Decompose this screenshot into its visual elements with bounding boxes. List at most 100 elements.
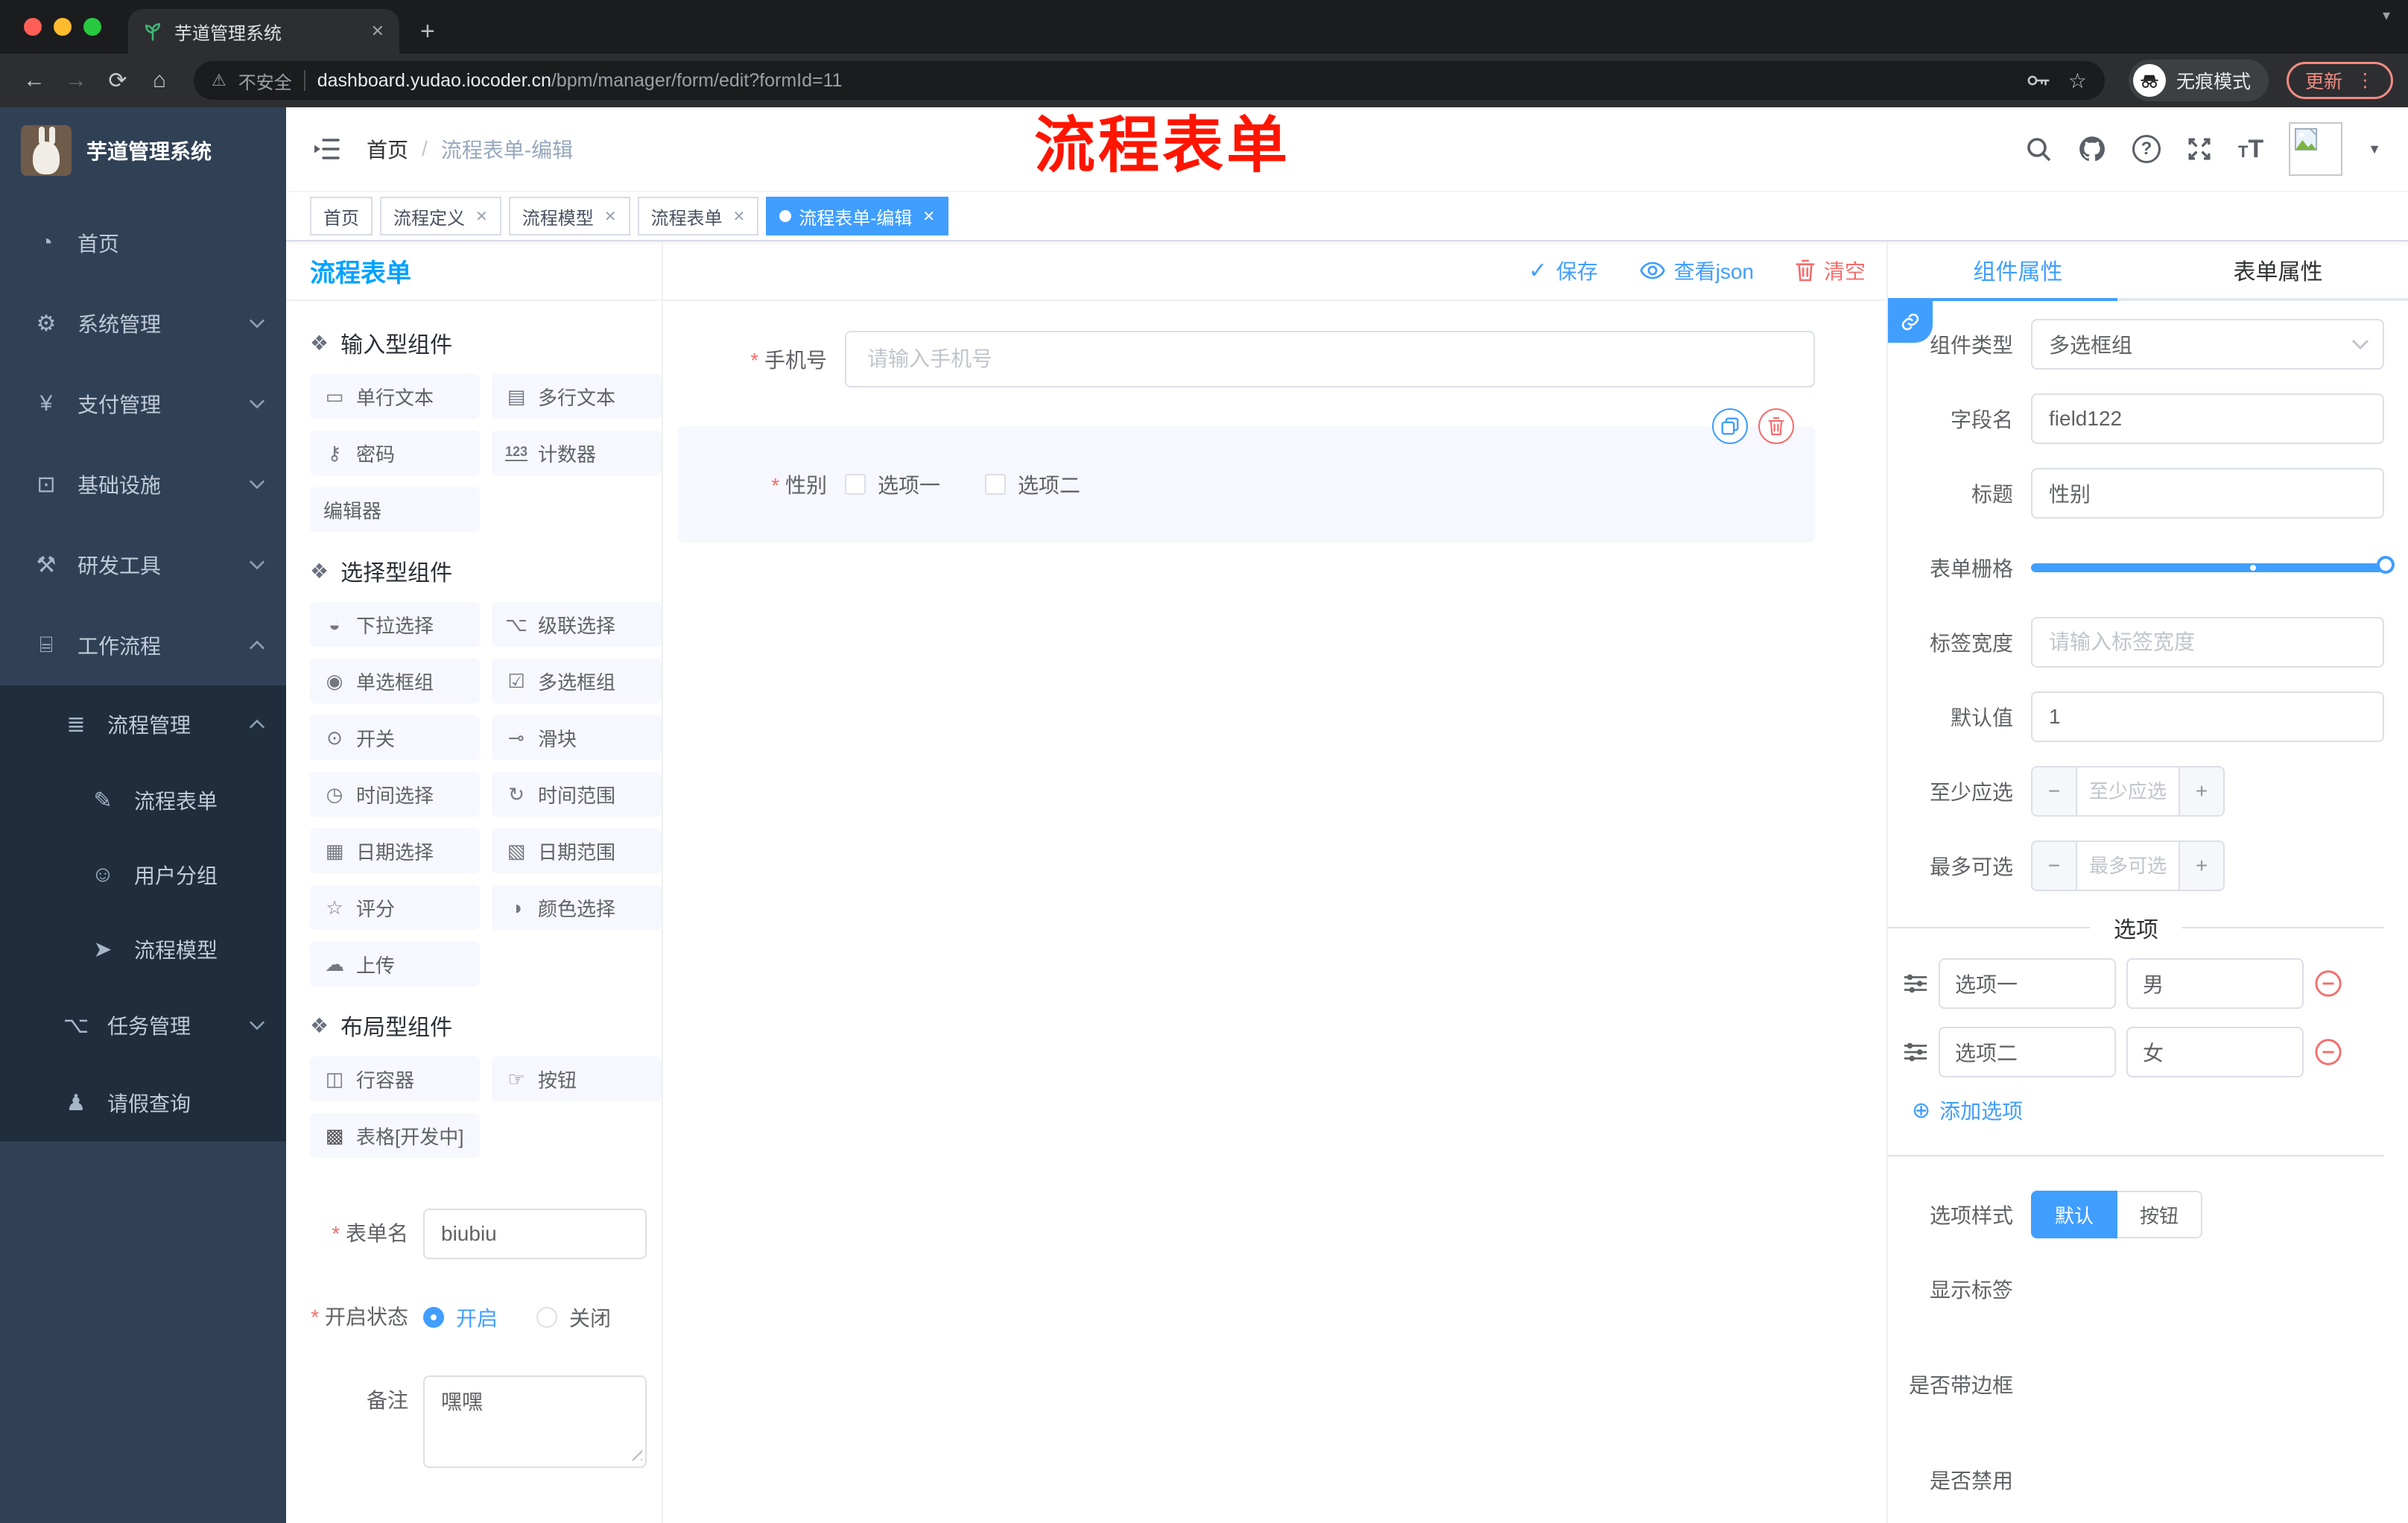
view-json-button[interactable]: 查看json <box>1639 256 1754 285</box>
tag-close-icon[interactable]: ✕ <box>604 207 617 226</box>
close-window-button[interactable] <box>24 18 42 36</box>
breadcrumb-home[interactable]: 首页 <box>367 134 408 164</box>
new-tab-button[interactable]: + <box>420 17 435 54</box>
font-size-icon[interactable]: TT <box>2238 135 2263 164</box>
label-width-input[interactable] <box>2031 617 2384 668</box>
drag-handle-icon[interactable] <box>1903 1042 1928 1063</box>
tag-流程表单[interactable]: 流程表单 ✕ <box>637 197 759 235</box>
palette-item-单行文本[interactable]: ▭ 单行文本 <box>310 374 480 419</box>
search-icon[interactable] <box>2025 136 2052 162</box>
sidebar-item-首页[interactable]: ◔ 首页 <box>0 203 286 283</box>
delete-component-button[interactable] <box>1758 408 1794 444</box>
tab-form-props[interactable]: 表单属性 <box>2148 241 2408 298</box>
tag-close-icon[interactable]: ✕ <box>733 207 746 226</box>
palette-item-行容器[interactable]: ◫ 行容器 <box>310 1057 480 1101</box>
clear-button[interactable]: 清空 <box>1796 256 1866 285</box>
status-radio-off[interactable]: 关闭 <box>536 1302 611 1332</box>
gender-option-选项一[interactable]: 选项一 <box>845 469 940 499</box>
palette-item-单选框组[interactable]: ◉ 单选框组 <box>310 659 480 703</box>
sidebar-logo[interactable]: 芋道管理系统 <box>0 107 286 194</box>
palette-item-日期选择[interactable]: ▦ 日期选择 <box>310 829 480 873</box>
chrome-update-button[interactable]: 更新 ⋮ <box>2286 62 2393 99</box>
tab-search-caret-icon[interactable]: ▾ <box>2383 6 2390 25</box>
sidebar-item-用户分组[interactable]: ☺ 用户分组 <box>0 838 286 912</box>
form-remark-textarea[interactable]: 嘿嘿 <box>423 1375 647 1468</box>
palette-item-评分[interactable]: ☆ 评分 <box>310 885 480 930</box>
external-link-tag[interactable] <box>1888 301 1933 343</box>
bookmark-star-icon[interactable]: ☆ <box>2068 69 2087 93</box>
sidebar-item-流程管理[interactable]: ≣ 流程管理 <box>0 685 286 763</box>
option-text-input[interactable] <box>1939 958 2116 1009</box>
remove-option-icon[interactable] <box>2314 1038 2342 1066</box>
stepper-increase-button[interactable]: + <box>2179 767 2223 815</box>
sidebar-item-工作流程[interactable]: ⌸ 工作流程 <box>0 605 286 685</box>
avatar-caret-icon[interactable]: ▼ <box>2368 142 2381 157</box>
palette-item-时间选择[interactable]: ◷ 时间选择 <box>310 772 480 817</box>
title-input[interactable] <box>2031 468 2384 519</box>
sidebar-item-支付管理[interactable]: ¥ 支付管理 <box>0 364 286 444</box>
sidebar-item-任务管理[interactable]: ⌥ 任务管理 <box>0 987 286 1064</box>
sidebar-item-请假查询[interactable]: ♟ 请假查询 <box>0 1064 286 1142</box>
zoom-window-button[interactable] <box>83 18 101 36</box>
reload-icon[interactable]: ⟳ <box>98 68 137 94</box>
form-name-input[interactable] <box>423 1209 647 1259</box>
palette-item-时间范围[interactable]: ↻ 时间范围 <box>492 772 662 817</box>
back-icon[interactable]: ← <box>15 68 54 93</box>
tag-流程定义[interactable]: 流程定义 ✕ <box>380 197 501 235</box>
gender-option-选项二[interactable]: 选项二 <box>985 469 1080 499</box>
default-value-input[interactable] <box>2031 691 2384 742</box>
phone-input[interactable] <box>845 331 1815 387</box>
browser-tab[interactable]: 芋道管理系统 ✕ <box>128 9 399 54</box>
add-option-button[interactable]: ⊕ 添加选项 <box>1888 1095 2384 1125</box>
home-icon[interactable]: ⌂ <box>140 68 179 93</box>
slider-handle[interactable] <box>2377 556 2395 574</box>
window-controls[interactable] <box>24 18 101 36</box>
sidebar-item-系统管理[interactable]: ⚙ 系统管理 <box>0 283 286 364</box>
tag-close-icon[interactable]: ✕ <box>475 207 488 226</box>
palette-item-下拉选择[interactable]: ◒ 下拉选择 <box>310 602 480 647</box>
palette-item-计数器[interactable]: 123 计数器 <box>492 431 662 475</box>
avatar[interactable] <box>2289 122 2343 176</box>
field-name-input[interactable] <box>2031 393 2384 444</box>
browser-menu-icon[interactable]: ⋮ <box>2356 69 2374 92</box>
segment-button[interactable]: 按钮 <box>2117 1191 2203 1238</box>
palette-item-按钮[interactable]: ☞ 按钮 <box>492 1057 662 1101</box>
palette-item-多行文本[interactable]: ▤ 多行文本 <box>492 374 662 419</box>
checkbox-icon[interactable] <box>845 474 866 495</box>
drag-handle-icon[interactable] <box>1903 973 1928 994</box>
address-bar[interactable]: ⚠ 不安全 dashboard.yudao.iocoder.cn/bpm/man… <box>194 61 2105 100</box>
slider-track[interactable] <box>2031 556 2395 574</box>
status-radio-on[interactable]: 开启 <box>423 1302 498 1332</box>
sidebar-item-流程表单[interactable]: ✎ 流程表单 <box>0 763 286 838</box>
stepper-increase-button[interactable]: + <box>2179 842 2223 890</box>
remove-option-icon[interactable] <box>2314 969 2342 998</box>
key-icon[interactable] <box>2027 72 2050 89</box>
fullscreen-icon[interactable] <box>2186 136 2213 162</box>
palette-item-密码[interactable]: ⚷ 密码 <box>310 431 480 475</box>
tag-首页[interactable]: 首页 <box>310 197 373 235</box>
sidebar-item-流程模型[interactable]: ➤ 流程模型 <box>0 912 286 987</box>
max-select-input[interactable] <box>2077 842 2179 890</box>
save-button[interactable]: ✓ 保存 <box>1528 256 1597 285</box>
stepper-decrease-button[interactable]: − <box>2032 842 2077 890</box>
copy-component-button[interactable] <box>1712 408 1748 444</box>
option-text-input[interactable] <box>1939 1027 2116 1077</box>
tag-流程模型[interactable]: 流程模型 ✕ <box>508 197 630 235</box>
palette-item-开关[interactable]: ⊙ 开关 <box>310 715 480 760</box>
checkbox-icon[interactable] <box>985 474 1007 495</box>
palette-item-日期范围[interactable]: ▧ 日期范围 <box>492 829 662 873</box>
palette-item-表格[开发中][interactable]: ▩ 表格[开发中] <box>310 1113 480 1158</box>
component-type-select[interactable] <box>2031 319 2384 370</box>
selected-component-gender[interactable]: 性别 选项一 选项二 <box>678 408 1815 542</box>
tab-close-icon[interactable]: ✕ <box>371 22 384 41</box>
github-icon[interactable] <box>2077 134 2107 164</box>
collapse-sidebar-icon[interactable] <box>313 138 340 160</box>
palette-item-滑块[interactable]: ⊸ 滑块 <box>492 715 662 760</box>
minimize-window-button[interactable] <box>54 18 72 36</box>
tab-component-props[interactable]: 组件属性 <box>1888 241 2148 298</box>
sidebar-item-基础设施[interactable]: ⊡ 基础设施 <box>0 444 286 525</box>
segment-default[interactable]: 默认 <box>2031 1191 2118 1238</box>
grid-slider[interactable] <box>2031 542 2395 593</box>
palette-item-级联选择[interactable]: ⌥ 级联选择 <box>492 602 662 647</box>
help-icon[interactable]: ? <box>2132 135 2161 163</box>
